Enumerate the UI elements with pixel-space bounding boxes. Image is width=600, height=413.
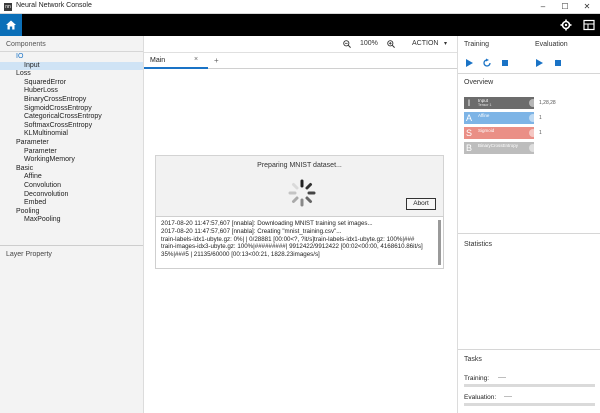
window-title: Neural Network Console [16, 2, 92, 9]
maximize-button[interactable]: ☐ [554, 0, 576, 13]
overview-layer-label: Sigmoid [478, 128, 495, 133]
overview-layer-shape: 1 [539, 130, 542, 136]
home-icon [6, 20, 16, 30]
app-icon: nn [4, 3, 12, 11]
tree-category[interactable]: Parameter [0, 139, 143, 148]
overview-layer-tag: S [465, 128, 472, 138]
overview-minimap[interactable]: I Input Tensor 1 1,28,28 A Affine 1 S Sigmoid 1 B B… [464, 97, 556, 157]
tree-item[interactable]: BinaryCrossEntropy [0, 96, 143, 105]
tree-item[interactable]: MaxPooling [0, 216, 143, 225]
log-scrollbar[interactable] [438, 220, 441, 265]
tree-item[interactable]: Convolution [0, 182, 143, 191]
tree-item[interactable]: SquaredError [0, 79, 143, 88]
zoom-level: 100% [360, 40, 378, 47]
overview-layer-handle [529, 144, 537, 152]
overview-layer: B BinaryCrossEntropy [464, 142, 537, 154]
zoom-in-icon[interactable] [387, 40, 395, 48]
overview-layer-tag: A [465, 113, 472, 123]
tasks-title: Tasks [464, 356, 482, 363]
divider [458, 349, 600, 350]
overview-layer-tag: B [465, 143, 472, 153]
tree-item[interactable]: WorkingMemory [0, 156, 143, 165]
evaluation-status-label: Evaluation: [464, 394, 497, 401]
tree-item[interactable]: KLMultinomial [0, 130, 143, 139]
evaluation-status-value: ---- [504, 394, 512, 400]
evaluation-progress-bar [464, 403, 595, 406]
close-button[interactable]: ✕ [576, 0, 598, 13]
right-panel: Training Evaluation Overview I Input Tenso… [457, 36, 600, 413]
overview-layer-shape: 1,28,28 [539, 100, 556, 106]
overview-layer: S Sigmoid [464, 127, 537, 139]
top-bar [0, 14, 600, 36]
grid-icon[interactable] [583, 19, 595, 31]
abort-button[interactable]: Abort [406, 198, 436, 210]
gear-icon[interactable] [560, 19, 572, 31]
editor-toolbar: 100% ACTION ▾ [144, 36, 457, 53]
evaluation-stop-icon[interactable] [553, 58, 563, 68]
layer-property-header: Layer Property [0, 245, 143, 413]
log-line: 35%|###5 | 21135/60000 [00:13<00:21, 182… [161, 251, 320, 259]
evaluation-header: Evaluation [535, 41, 568, 48]
overview-layer-shape: 1 [539, 115, 542, 121]
divider [458, 73, 600, 74]
components-tree: IO Input Loss SquaredError HuberLoss BinaryCr… [0, 52, 143, 225]
training-header: Training [464, 41, 490, 48]
training-stop-icon[interactable] [500, 58, 510, 68]
overview-layer-handle [529, 114, 537, 122]
training-play-icon[interactable] [464, 58, 474, 68]
overview-layer: I Input Tensor 1 [464, 97, 537, 109]
title-bar: nn Neural Network Console – ☐ ✕ [0, 0, 600, 14]
tree-item[interactable]: SigmoidCrossEntropy [0, 105, 143, 114]
overview-title: Overview [464, 79, 494, 86]
tree-item[interactable]: Parameter [0, 148, 143, 157]
overview-layer-label: Affine [478, 113, 490, 118]
components-panel: Components IO Input Loss SquaredError HuberL… [0, 36, 144, 413]
tree-category[interactable]: Loss [0, 70, 143, 79]
tree-item[interactable]: Input [0, 61, 143, 71]
action-menu[interactable]: ACTION [412, 40, 438, 47]
tree-item[interactable]: CategoricalCrossEntropy [0, 113, 143, 122]
tab-close-icon[interactable]: × [194, 56, 198, 63]
log-line: 2017-08-20 11:47:57,607 [nnabla]: Creati… [161, 227, 342, 235]
tree-item[interactable]: Affine [0, 173, 143, 182]
tree-item[interactable]: SoftmaxCrossEntropy [0, 122, 143, 131]
home-button[interactable] [0, 14, 22, 36]
zoom-out-icon[interactable] [343, 40, 351, 48]
tree-category[interactable]: Basic [0, 165, 143, 174]
overview-layer: A Affine [464, 112, 537, 124]
add-tab-button[interactable]: + [214, 56, 219, 65]
dialog-title: Preparing MNIST dataset... [257, 162, 342, 169]
statistics-title: Statistics [464, 241, 493, 248]
training-status-label: Training: [464, 375, 490, 382]
tree-item[interactable]: Deconvolution [0, 191, 143, 200]
components-header: Components [0, 36, 143, 52]
training-resume-icon[interactable] [482, 58, 492, 68]
tree-category[interactable]: IO [0, 53, 143, 62]
training-status-value: ---- [498, 375, 506, 381]
log-line: train-images-idx3-ubyte.gz: 100%|#######… [161, 243, 423, 251]
overview-layer-handle [529, 129, 537, 137]
overview-layer-label: BinaryCrossEntropy [478, 143, 519, 148]
minimize-button[interactable]: – [532, 0, 554, 13]
evaluation-play-icon[interactable] [534, 58, 544, 68]
tree-category[interactable]: Pooling [0, 208, 143, 217]
loading-spinner-icon [288, 179, 316, 207]
log-line: 2017-08-20 11:47:57,607 [nnabla]: Downlo… [161, 220, 373, 227]
editor-area: 100% ACTION ▾ Main × + Preparing MNIST d… [144, 36, 457, 413]
overview-layer-handle [529, 99, 537, 107]
log-line: train-labels-idx1-ubyte.gz: 0%| | 0/2888… [161, 235, 415, 243]
chevron-down-icon[interactable]: ▾ [444, 40, 447, 47]
tab-main[interactable]: Main × [144, 53, 208, 69]
training-progress-bar [464, 384, 595, 387]
tab-main-label: Main [150, 57, 166, 64]
tree-item[interactable]: Embed [0, 199, 143, 208]
tree-item[interactable]: HuberLoss [0, 87, 143, 96]
log-console: 2017-08-20 11:47:57,607 [nnabla]: Downlo… [155, 216, 444, 269]
editor-tabs: Main × + [144, 53, 457, 69]
divider [458, 233, 600, 234]
overview-layer-sub: Tensor 1 [478, 103, 492, 107]
overview-layer-tag: I [467, 98, 471, 108]
